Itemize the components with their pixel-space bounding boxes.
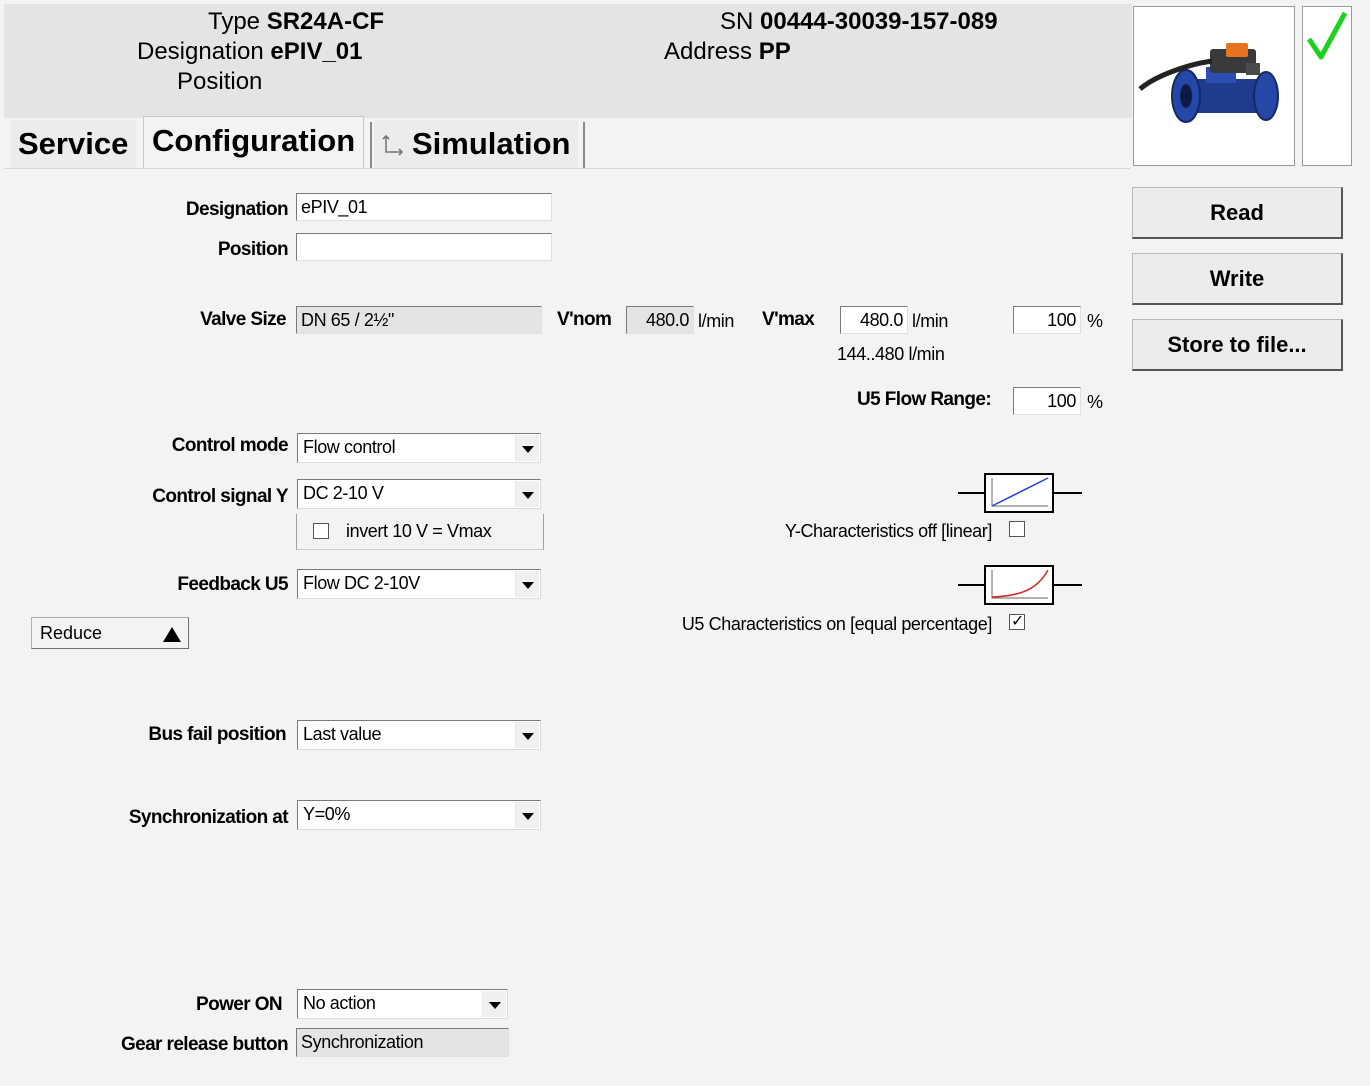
control-signal-label: Control signal Y (152, 486, 288, 507)
power-on-label: Power ON (196, 994, 283, 1015)
vmax-unit: l/min (912, 311, 949, 331)
tab-service-label: Service (18, 126, 129, 161)
tab-simulation[interactable]: Simulation (374, 120, 579, 168)
device-designation: Designation ePIV_01 (137, 38, 363, 66)
u5-characteristics-checkbox[interactable]: ✓ (1009, 613, 1025, 630)
gear-release-label: Gear release button (120, 1034, 289, 1055)
synchronization-label: Synchronization at (128, 807, 289, 828)
position-input[interactable] (296, 233, 552, 261)
synchronization-select[interactable]: Y=0% (297, 800, 541, 830)
designation-header-value: ePIV_01 (270, 38, 363, 65)
valve-size-label: Valve Size (200, 309, 287, 330)
address-value: PP (758, 38, 791, 65)
vnom-unit: l/min (698, 311, 735, 331)
u5-flow-range-unit: % (1087, 392, 1103, 412)
equal-percentage-characteristic-icon (958, 565, 1082, 605)
simulation-icon (382, 134, 404, 156)
tab-underline (4, 168, 1130, 169)
type-label: Type (208, 8, 261, 35)
tab-configuration[interactable]: Configuration (143, 116, 365, 168)
control-signal-select[interactable]: DC 2-10 V (297, 479, 541, 509)
sn-label: SN (720, 8, 754, 35)
chevron-down-icon[interactable] (482, 991, 506, 1017)
tab-service[interactable]: Service (10, 120, 137, 168)
chevron-down-icon[interactable] (515, 481, 539, 507)
linear-characteristic-icon (958, 473, 1082, 513)
reduce-button[interactable]: Reduce (31, 617, 189, 649)
invert-checkbox[interactable] (313, 523, 329, 539)
feedback-u5-select[interactable]: Flow DC 2-10V (297, 569, 541, 599)
chevron-down-icon[interactable] (515, 722, 539, 748)
y-characteristics-label: Y-Characteristics off [linear] (784, 521, 993, 541)
feedback-u5-label: Feedback U5 (177, 574, 288, 595)
power-on-select[interactable]: No action (297, 989, 508, 1019)
triangle-up-icon (163, 627, 181, 642)
vmax-percent-input[interactable]: 100 (1013, 306, 1081, 334)
type-value: SR24A-CF (266, 8, 385, 35)
synchronization-value: Y=0% (303, 804, 350, 824)
control-mode-select[interactable]: Flow control (297, 433, 541, 463)
vmax-input[interactable]: 480.0 (840, 306, 908, 334)
power-on-value: No action (303, 993, 376, 1013)
address-label: Address (664, 38, 753, 65)
store-to-file-button[interactable]: Store to file... (1132, 319, 1343, 371)
status-indicator (1302, 6, 1352, 166)
vmax-range: 144..480 l/min (837, 344, 945, 364)
read-button[interactable]: Read (1132, 187, 1343, 239)
bus-fail-select[interactable]: Last value (297, 720, 541, 750)
device-header: Type SR24A-CF Designation ePIV_01 Positi… (4, 4, 1132, 118)
y-characteristics-checkbox[interactable] (1009, 521, 1025, 537)
reduce-label: Reduce (40, 623, 103, 643)
vnom-label: V'nom (557, 309, 612, 330)
vmax-label: V'max (762, 309, 815, 330)
designation-header-label: Designation (137, 38, 264, 65)
chevron-down-icon[interactable] (515, 435, 539, 461)
bus-fail-label: Bus fail position (148, 724, 286, 745)
bus-fail-value: Last value (303, 724, 382, 744)
chevron-down-icon[interactable] (515, 802, 539, 828)
vmax-percent-unit: % (1087, 311, 1103, 331)
valve-actuator-image (1138, 43, 1279, 123)
tab-simulation-label: Simulation (412, 126, 571, 161)
sn-value: 00444-30039-157-089 (760, 8, 998, 35)
u5-characteristics-label: U5 Characteristics on [equal percentage] (681, 614, 993, 634)
designation-input[interactable]: ePIV_01 (296, 193, 552, 221)
chevron-down-icon[interactable] (515, 571, 539, 597)
u5-flow-range-label: U5 Flow Range: (857, 389, 992, 410)
u5-flow-range-input[interactable]: 100 (1013, 387, 1081, 415)
device-address: Address PP (664, 38, 791, 66)
product-photo (1133, 6, 1295, 166)
feedback-u5-value: Flow DC 2-10V (303, 573, 420, 593)
designation-label: Designation (185, 199, 289, 220)
device-type: Type SR24A-CF (208, 8, 384, 36)
check-icon (1306, 11, 1348, 60)
position-label: Position (217, 239, 289, 260)
checkmark-icon: ✓ (1011, 613, 1025, 630)
gear-release-field: Synchronization (296, 1028, 509, 1057)
vnom-field: 480.0 (626, 306, 694, 334)
control-mode-value: Flow control (303, 437, 396, 457)
tab-separator (370, 122, 372, 168)
position-header-label: Position (177, 68, 263, 95)
control-mode-label: Control mode (171, 435, 289, 456)
invert-label: invert 10 V = Vmax (346, 521, 492, 541)
tab-separator (583, 122, 585, 168)
control-signal-value: DC 2-10 V (303, 483, 384, 503)
device-position: Position (177, 68, 262, 96)
write-button[interactable]: Write (1132, 253, 1343, 305)
device-serial: SN 00444-30039-157-089 (720, 8, 998, 36)
tab-configuration-label: Configuration (152, 123, 356, 158)
valve-size-field: DN 65 / 2½" (296, 306, 542, 334)
